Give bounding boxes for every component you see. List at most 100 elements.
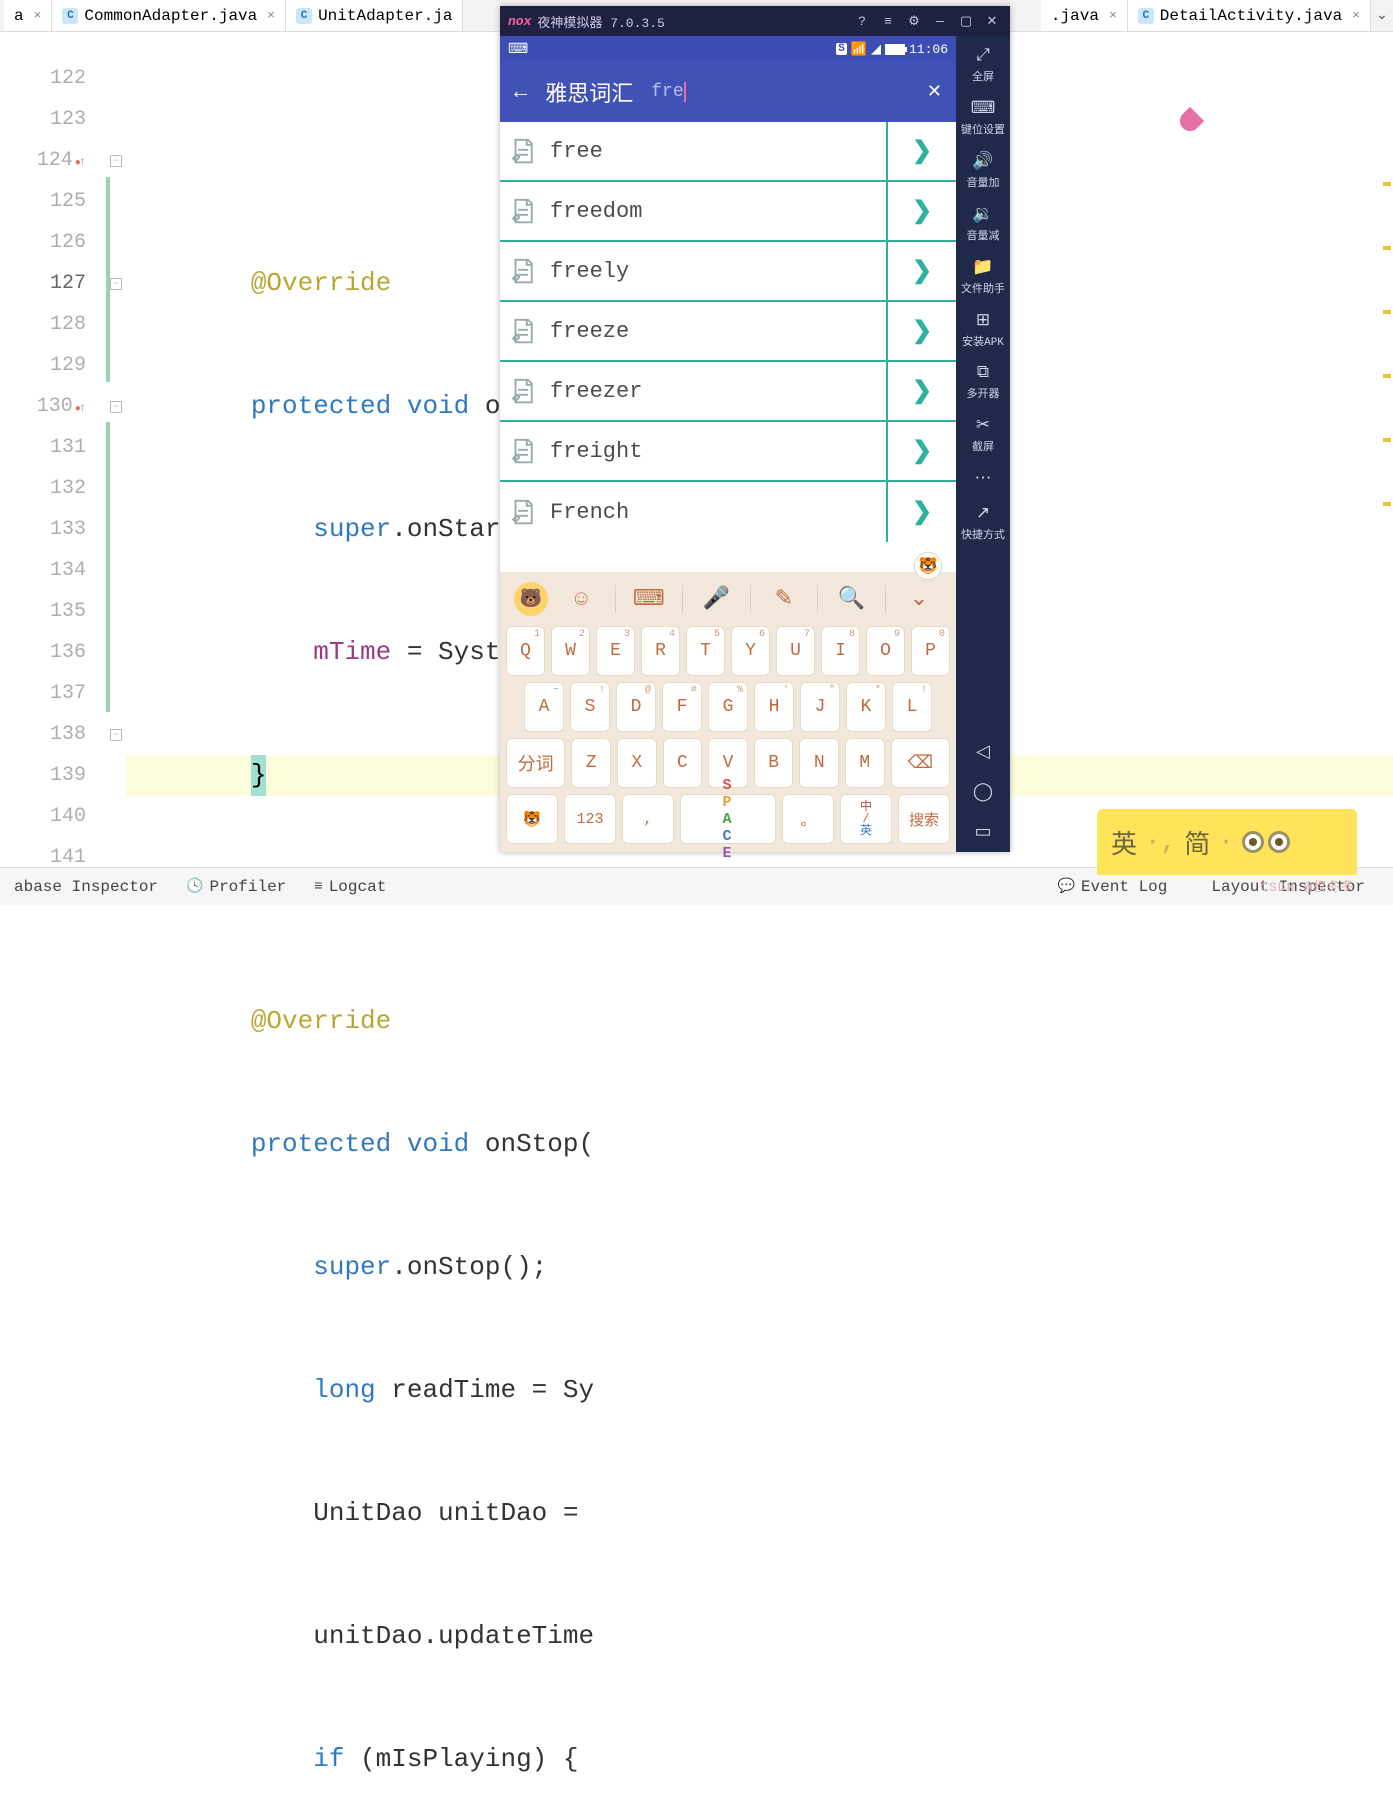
key-f[interactable]: #F [662, 682, 702, 732]
sidebar-multi-instance[interactable]: ⧉多开器 [967, 363, 1000, 401]
key-i[interactable]: 8I [821, 626, 860, 676]
sidebar-shortcut[interactable]: ↗快捷方式 [961, 503, 1005, 542]
fold-toggle-icon[interactable]: − [110, 401, 122, 413]
sidebar-more[interactable]: ⋯ [975, 468, 992, 489]
profiler-button[interactable]: 🕓Profiler [172, 878, 300, 896]
list-item[interactable]: freely ❯ [500, 242, 956, 302]
close-icon[interactable]: × [1109, 8, 1117, 23]
chevron-right-icon[interactable]: ❯ [886, 362, 956, 420]
key-t[interactable]: 5T [686, 626, 725, 676]
back-icon[interactable]: ← [514, 80, 527, 105]
key-u[interactable]: 7U [776, 626, 815, 676]
tabs-overflow-dropdown[interactable]: ⌄ [1371, 5, 1393, 27]
android-home-icon[interactable]: ◯ [973, 781, 993, 803]
chevron-right-icon[interactable]: ❯ [886, 302, 956, 360]
android-back-icon[interactable]: ◁ [976, 741, 990, 763]
error-stripe[interactable] [1383, 182, 1391, 566]
chevron-right-icon[interactable]: ❯ [886, 182, 956, 240]
search-input[interactable]: fre [651, 82, 683, 102]
key-x[interactable]: X [617, 738, 657, 788]
key-c[interactable]: C [663, 738, 703, 788]
help-icon[interactable]: ? [852, 14, 872, 29]
logcat-button[interactable]: ≡Logcat [300, 878, 400, 896]
soft-keyboard[interactable]: 🐯 🐻 ☺ ⌨ 🎤 ✎ 🔍 ⌄ 1Q2W3E4R5T6Y7U8I9O0P ~A!… [500, 572, 956, 852]
space-key[interactable]: SPACE [680, 794, 776, 844]
key-q[interactable]: 1Q [506, 626, 545, 676]
key-b[interactable]: B [754, 738, 794, 788]
sidebar-volume-up[interactable]: 🔊音量加 [967, 151, 1000, 190]
key-n[interactable]: N [799, 738, 839, 788]
key-h[interactable]: 'H [754, 682, 794, 732]
menu-icon[interactable]: ≡ [878, 14, 898, 29]
database-inspector-button[interactable]: abase Inspector [0, 878, 172, 896]
close-icon[interactable]: × [267, 8, 275, 23]
tab-unitadapter[interactable]: C UnitAdapter.ja [286, 0, 463, 31]
override-gutter-icon[interactable] [75, 388, 86, 430]
key-a[interactable]: ~A [524, 682, 564, 732]
list-item[interactable]: freight ❯ [500, 422, 956, 482]
phone-screen[interactable]: ⌨ S 📶 ◢ 11:06 ← 雅思词汇 fre ✕ free ❯ freedo… [500, 36, 956, 852]
list-item[interactable]: freedom ❯ [500, 182, 956, 242]
sidebar-file-helper[interactable]: 📁文件助手 [961, 257, 1005, 296]
key-j[interactable]: "J [800, 682, 840, 732]
chevron-right-icon[interactable]: ❯ [886, 122, 956, 180]
fold-toggle-icon[interactable]: − [110, 155, 122, 167]
key-g[interactable]: %G [708, 682, 748, 732]
key-p[interactable]: 0P [911, 626, 950, 676]
key-z[interactable]: Z [571, 738, 611, 788]
sidebar-volume-down[interactable]: 🔉音量减 [967, 204, 1000, 243]
fold-toggle-icon[interactable]: − [110, 278, 122, 290]
segment-key[interactable]: 分词 [506, 738, 565, 788]
sidebar-install-apk[interactable]: ⊞安装APK [962, 310, 1004, 349]
key-d[interactable]: @D [616, 682, 656, 732]
list-item[interactable]: free ❯ [500, 122, 956, 182]
minimize-icon[interactable]: — [930, 14, 950, 29]
language-switch-key[interactable]: 中/英 [840, 794, 892, 844]
handwriting-icon[interactable]: ✎ [761, 586, 807, 612]
chevron-right-icon[interactable]: ❯ [886, 482, 956, 542]
keyboard-float-icon[interactable]: 🐯 [914, 552, 942, 580]
emulator-titlebar[interactable]: nox 夜神模拟器 7.0.3.5 ? ≡ ⚙ — ▢ ✕ [500, 6, 1010, 36]
tab-java[interactable]: .java × [1041, 0, 1128, 31]
key-o[interactable]: 9O [866, 626, 905, 676]
maximize-icon[interactable]: ▢ [956, 14, 976, 29]
list-item[interactable]: freeze ❯ [500, 302, 956, 362]
gear-icon[interactable]: ⚙ [904, 14, 924, 29]
voice-input-icon[interactable]: 🎤 [693, 586, 739, 612]
android-recents-icon[interactable]: ▭ [974, 821, 991, 843]
close-icon[interactable]: × [34, 8, 42, 23]
close-icon[interactable]: × [1352, 8, 1360, 23]
comma-key[interactable]: , [622, 794, 674, 844]
collapse-keyboard-icon[interactable]: ⌄ [896, 586, 942, 612]
key-s[interactable]: !S [570, 682, 610, 732]
chevron-right-icon[interactable]: ❯ [886, 422, 956, 480]
tab-commonadapter[interactable]: C CommonAdapter.java × [52, 0, 286, 31]
word-list[interactable]: free ❯ freedom ❯ freely ❯ freeze ❯ freez… [500, 122, 956, 542]
sidebar-screenshot[interactable]: ✂截屏 [972, 415, 994, 454]
key-l[interactable]: !L [892, 682, 932, 732]
sidebar-keymap[interactable]: ⌨键位设置 [961, 98, 1005, 137]
search-key[interactable]: 搜索 [898, 794, 950, 844]
backspace-key[interactable]: ⌫ [891, 738, 950, 788]
event-log-button[interactable]: 💬Event Log [1044, 878, 1182, 896]
key-y[interactable]: 6Y [731, 626, 770, 676]
tab-detailactivity[interactable]: C DetailActivity.java × [1128, 0, 1371, 31]
key-r[interactable]: 4R [641, 626, 680, 676]
chevron-right-icon[interactable]: ❯ [886, 242, 956, 300]
123-key[interactable]: 123 [564, 794, 616, 844]
tab-a[interactable]: a × [4, 0, 52, 31]
clear-search-icon[interactable]: ✕ [927, 81, 942, 103]
key-m[interactable]: M [845, 738, 885, 788]
key-e[interactable]: 3E [596, 626, 635, 676]
emoji-icon[interactable]: ☺ [558, 587, 604, 612]
override-gutter-icon[interactable] [75, 142, 86, 184]
sogou-logo-key[interactable]: 🐯 [506, 794, 558, 844]
keyboard-mascot-icon[interactable]: 🐻 [514, 582, 548, 616]
key-w[interactable]: 2W [551, 626, 590, 676]
search-icon[interactable]: 🔍 [828, 586, 874, 612]
ime-language-widget[interactable]: 英 ·, 简 · [1097, 809, 1357, 875]
keyboard-layout-icon[interactable]: ⌨ [626, 586, 672, 612]
sidebar-fullscreen[interactable]: ⤢全屏 [972, 46, 994, 84]
list-item[interactable]: French ❯ [500, 482, 956, 542]
close-icon[interactable]: ✕ [982, 14, 1002, 29]
